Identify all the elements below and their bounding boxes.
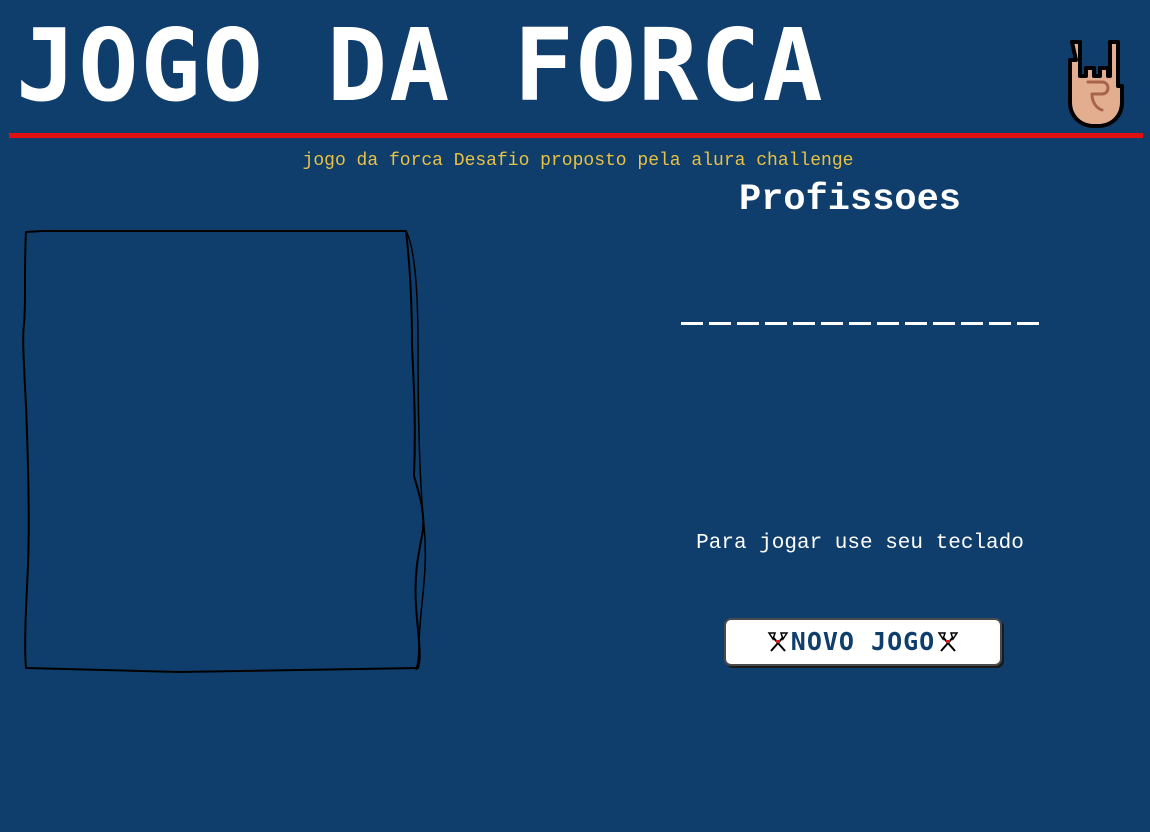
- letter-slot: [1017, 322, 1039, 325]
- letter-slot: [737, 322, 759, 325]
- letter-slot: [933, 322, 955, 325]
- header-divider: [9, 133, 1143, 138]
- letter-slot: [989, 322, 1011, 325]
- letter-slot: [849, 322, 871, 325]
- letter-slot: [793, 322, 815, 325]
- letter-slot: [905, 322, 927, 325]
- game-page: JOGO DA FORCA jogo da forca Desafio prop…: [0, 0, 1150, 832]
- crossed-axes-icon: [767, 632, 789, 652]
- letter-slot: [821, 322, 843, 325]
- rock-hand-icon: [1068, 40, 1124, 128]
- crossed-axes-icon: [937, 632, 959, 652]
- game-title: JOGO DA FORCA: [16, 18, 825, 114]
- letter-slot: [709, 322, 731, 325]
- hangman-canvas: [22, 230, 427, 673]
- new-game-label: NOVO JOGO: [790, 627, 936, 656]
- subtitle: jogo da forca Desafio proposto pela alur…: [0, 150, 1150, 172]
- hidden-word: [640, 318, 1080, 330]
- letter-slot: [681, 322, 703, 325]
- word-category: Profissoes: [738, 179, 962, 221]
- letter-slot: [877, 322, 899, 325]
- letter-slot: [765, 322, 787, 325]
- keyboard-instructions: Para jogar use seu teclado: [696, 532, 1024, 555]
- letter-slot: [961, 322, 983, 325]
- new-game-button[interactable]: NOVO JOGO: [724, 618, 1002, 666]
- subtitle-text: jogo da forca Desafio proposto pela alur…: [302, 151, 854, 171]
